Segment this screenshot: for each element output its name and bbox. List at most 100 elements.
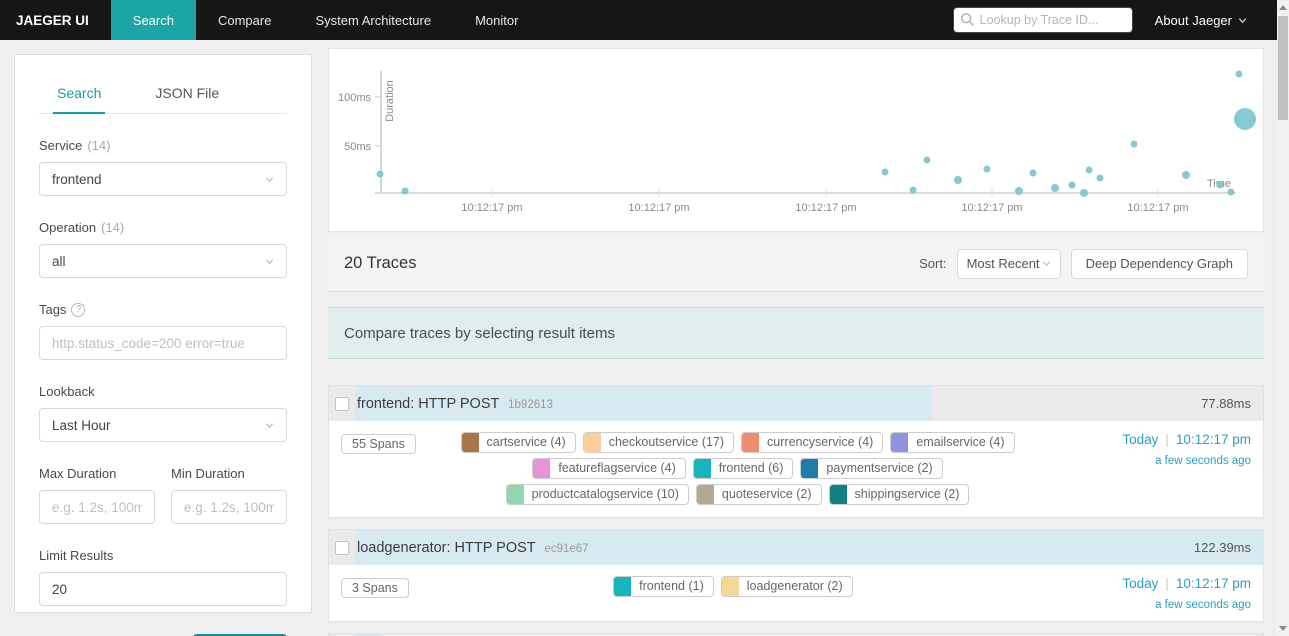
service-chip-productcatalogservice-10: productcatalogservice (10) [505,484,689,505]
duration-scatter-chart: 50ms 100ms 10:12:17 pm 10:12:17 pm 10:12:17 … [328,48,1264,232]
nav-item-monitor[interactable]: Monitor [453,0,540,40]
trace-time: 10:12:17 pm [1175,432,1251,447]
trace-relative-time: a few seconds ago [1155,455,1251,467]
trace-scatter-point[interactable] [909,186,917,194]
nav-item-compare[interactable]: Compare [196,0,293,40]
tags-input[interactable] [39,326,287,360]
app-brand[interactable]: JAEGER UI [0,0,111,40]
trace-lookup-input[interactable] [952,7,1133,33]
trace-scatter-point[interactable] [983,165,991,173]
x-tick-label: 10:12:17 pm [961,202,1022,214]
trace-scatter-point[interactable] [1227,188,1235,196]
max-duration-input[interactable] [39,490,155,524]
trace-timestamp: Today | 10:12:17 pm a few seconds ago [1081,430,1251,507]
service-color-swatch [614,577,632,596]
trace-timestamp: Today | 10:12:17 pm a few seconds ago [1081,574,1251,611]
about-jaeger-label: About Jaeger [1154,12,1232,28]
operation-label: Operation (14) [39,220,287,235]
operation-select[interactable]: all [39,244,287,278]
tab-search[interactable]: Search [53,75,106,114]
lookback-label-text: Lookback [39,384,95,399]
deep-dependency-graph-button[interactable]: Deep Dependency Graph [1070,248,1248,279]
trace-scatter-point[interactable] [1182,171,1190,179]
service-select-value: frontend [52,171,102,187]
lookback-group: Lookback Last Hour [39,384,287,442]
trace-scatter-point[interactable] [1015,187,1023,195]
limit-results-label: Limit Results [39,548,287,563]
sort-select[interactable]: Most Recent [956,248,1061,279]
service-group: Service (14) frontend [39,138,287,196]
service-color-swatch [829,485,847,504]
scrollbar-thumb[interactable] [1278,16,1288,120]
trace-time: 10:12:17 pm [1175,576,1251,591]
help-icon[interactable]: ? [71,302,86,317]
trace-scatter-point[interactable] [881,168,889,176]
trace-date-time: Today | 10:12:17 pm [1081,432,1251,447]
service-chip-currencyservice-4: currencyservice (4) [741,432,884,453]
trace-scatter-point[interactable] [1068,181,1076,189]
y-tick-label: 100ms [338,92,372,104]
service-chip-label: emailservice (4) [916,435,1005,449]
service-color-swatch [891,433,909,452]
service-select[interactable]: frontend [39,162,287,196]
about-jaeger-menu[interactable]: About Jaeger [1155,13,1247,28]
service-chip-frontend-1: frontend (1) [613,576,714,597]
duration-group: Max Duration Min Duration [39,466,287,524]
trace-header: frontend: HTTP POST 1b92613 77.88ms [329,386,1263,421]
chevron-down-icon [1238,17,1247,23]
trace-date-time: Today | 10:12:17 pm [1081,576,1251,591]
lookback-select[interactable]: Last Hour [39,408,287,442]
top-navbar: JAEGER UI Search Compare System Architectu… [0,0,1277,40]
y-axis-title: Duration [384,80,396,122]
trace-scatter-point[interactable] [954,176,962,184]
trace-id: 1b92613 [508,398,553,411]
trace-scatter-point[interactable] [1085,166,1093,174]
trace-id: ec91e67 [544,542,589,555]
trace-card[interactable]: loadgenerator: HTTP POST ec91e67 122.39ms… [328,529,1264,622]
scroll-up-icon[interactable] [1279,5,1287,10]
service-chip-checkoutservice-17: checkoutservice (17) [582,432,735,453]
min-duration-input[interactable] [171,490,287,524]
service-chip-emailservice-4: emailservice (4) [890,432,1015,453]
min-duration-label-text: Min Duration [171,466,245,481]
trace-title: frontend: HTTP POST 1b92613 [357,395,553,412]
trace-scatter-point[interactable] [1130,140,1138,148]
trace-card[interactable]: frontend: HTTP POST 1b92613 77.88ms 55 Spa… [328,385,1264,518]
trace-scatter-point[interactable] [1216,181,1224,189]
trace-scatter-point[interactable] [1235,70,1243,78]
trace-list: frontend: HTTP POST 1b92613 77.88ms 55 Spa… [328,385,1264,636]
vertical-scrollbar[interactable] [1277,0,1289,636]
trace-count: 20 Traces [344,254,417,272]
nav-item-system-architecture[interactable]: System Architecture [293,0,453,40]
trace-scatter-point[interactable] [1080,189,1088,197]
nav-item-search[interactable]: Search [110,0,196,40]
tags-group: Tags ? [39,302,287,360]
scroll-down-icon[interactable] [1279,626,1287,631]
x-tick-label: 10:12:17 pm [628,202,689,214]
trace-scatter-point[interactable] [1029,169,1037,177]
trace-duration: 122.39ms [1193,540,1251,555]
span-count-chip: 3 Spans [341,578,409,598]
trace-date: Today [1122,576,1159,591]
trace-scatter-point[interactable] [376,170,384,178]
checkbox-cell [329,540,355,555]
trace-scatter-point[interactable] [923,156,931,164]
trace-scatter-point[interactable] [1096,174,1104,182]
trace-checkbox[interactable] [335,540,349,555]
operation-group: Operation (14) all [39,220,287,278]
tab-json-file[interactable]: JSON File [151,75,223,113]
sidebar-tabs: Search JSON File [39,75,287,114]
chevron-down-icon [265,422,274,428]
trace-checkbox[interactable] [335,396,349,411]
trace-scatter-point[interactable] [1051,184,1059,192]
chevron-down-icon [265,258,274,264]
trace-scatter-point[interactable] [1234,108,1256,130]
checkbox-cell [329,396,355,411]
trace-scatter-point[interactable] [401,187,409,195]
service-color-swatch [742,433,760,452]
service-chips: cartservice (4) checkoutservice (17) curre… [438,430,1038,507]
limit-results-input[interactable] [39,572,287,606]
search-icon [960,13,974,26]
trace-header: loadgenerator: HTTP POST ec91e67 122.39ms [329,530,1263,565]
service-color-swatch [801,459,819,478]
